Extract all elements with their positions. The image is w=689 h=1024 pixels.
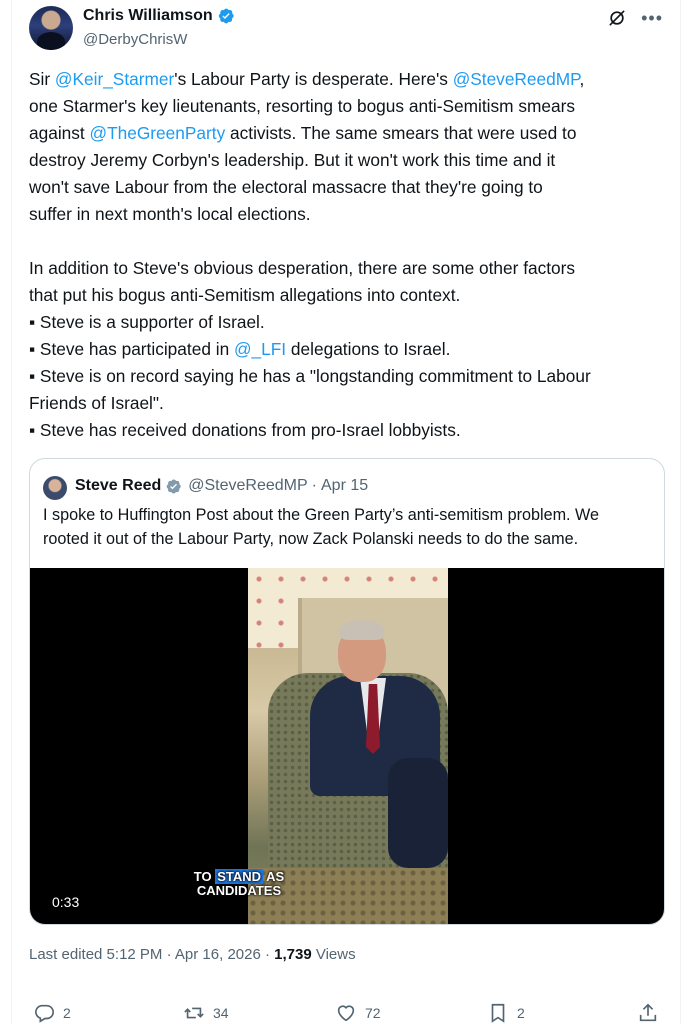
tweet-line: ▪ Steve is a supporter of Israel.: [29, 309, 674, 336]
tweet-line: destroy Jeremy Corbyn's leadership. But …: [29, 147, 674, 174]
caption-text: AS: [263, 869, 285, 884]
like-count: 72: [365, 1005, 381, 1021]
repost-count: 34: [213, 1005, 229, 1021]
tweet-line: ▪ Steve has received donations from pro-…: [29, 417, 674, 444]
tweet-line: Friends of Israel".: [29, 390, 674, 417]
grok-icon[interactable]: [607, 8, 627, 28]
tweet-text-segment: In addition to Steve's obvious desperati…: [29, 258, 576, 278]
bookmark-icon: [491, 1003, 505, 1023]
reply-icon: [35, 1004, 54, 1023]
video-duration: 0:33: [52, 894, 80, 910]
caption-highlight: STAND: [215, 869, 264, 884]
video-person-hair: [340, 620, 384, 640]
bookmark-button[interactable]: 2: [487, 1002, 525, 1024]
tweet-text-segment: ,: [579, 69, 585, 89]
share-button[interactable]: [637, 1002, 659, 1024]
like-icon: [337, 1005, 355, 1022]
mention-link[interactable]: @TheGreenParty: [90, 123, 226, 143]
views-count: 1,739: [274, 946, 312, 963]
tweet-line: ▪ Steve is on record saying he has a "lo…: [29, 363, 674, 390]
repost-button[interactable]: 34: [183, 1002, 229, 1024]
more-icon[interactable]: •••: [641, 9, 663, 27]
video-person-leg: [388, 758, 448, 868]
edited-timestamp[interactable]: Last edited 5:12 PM · Apr 16, 2026 ·: [29, 946, 274, 963]
like-button[interactable]: 72: [335, 1002, 381, 1024]
quoted-tweet[interactable]: Steve Reed @SteveReedMP · Apr 15 I spoke…: [29, 458, 665, 925]
tweet-text-segment: 's Labour Party is desperate. Here's: [174, 69, 453, 89]
tweet-text-segment: against: [29, 123, 90, 143]
mention-link[interactable]: @SteveReedMP: [453, 69, 580, 89]
tweet-line: against @TheGreenParty activists. The sa…: [29, 120, 674, 147]
tweet-text-segment: one Starmer's key lieutenants, resorting…: [29, 96, 575, 116]
tweet-text-segment: ▪ Steve is on record saying he has a "lo…: [29, 366, 591, 386]
tweet-text-segment: Friends of Israel".: [29, 393, 164, 413]
quoted-author-handle[interactable]: @SteveReedMP: [188, 477, 307, 495]
tweet-meta: Last edited 5:12 PM · Apr 16, 2026 · 1,7…: [29, 946, 356, 963]
tweet-text-segment: activists. The same smears that were use…: [225, 123, 577, 143]
tweet-text-segment: ▪ Steve has participated in: [29, 339, 234, 359]
verified-badge-icon[interactable]: [217, 7, 235, 25]
quoted-author-avatar[interactable]: [43, 476, 67, 500]
mention-link[interactable]: @Keir_Starmer: [55, 69, 174, 89]
tweet-top-actions: •••: [607, 8, 663, 28]
tweet-text-segment: delegations to Israel.: [286, 339, 451, 359]
views-label: Views: [311, 946, 356, 963]
tweet-text-segment: destroy Jeremy Corbyn's leadership. But …: [29, 150, 556, 170]
tweet-text-segment: ▪ Steve has received donations from pro-…: [29, 420, 461, 440]
tweet-text-segment: Sir: [29, 69, 55, 89]
mention-link[interactable]: @_LFI: [234, 339, 286, 359]
tweet-line: Sir @Keir_Starmer's Labour Party is desp…: [29, 66, 674, 93]
tweet-text-segment: suffer in next month's local elections.: [29, 204, 311, 224]
quoted-text: I spoke to Huffington Post about the Gre…: [43, 503, 653, 551]
tweet-line: suffer in next month's local elections.: [29, 201, 674, 228]
tweet-line: ▪ Steve has participated in @_LFI delega…: [29, 336, 674, 363]
author-name-row: Chris Williamson: [83, 7, 235, 25]
tweet-text-segment: that put his bogus anti-Semitism allegat…: [29, 285, 461, 305]
author-handle[interactable]: @DerbyChrisW: [83, 31, 187, 48]
repost-icon: [184, 1007, 204, 1019]
quoted-author-row: Steve Reed @SteveReedMP · Apr 15: [75, 477, 368, 495]
author-name[interactable]: Chris Williamson: [83, 7, 213, 25]
share-icon: [639, 1003, 657, 1022]
tweet-line: In addition to Steve's obvious desperati…: [29, 255, 674, 282]
quoted-text-line: rooted it out of the Labour Party, now Z…: [43, 530, 579, 548]
reply-count: 2: [63, 1005, 71, 1021]
quoted-author-name[interactable]: Steve Reed: [75, 477, 161, 495]
bookmark-count: 2: [517, 1005, 525, 1021]
caption-text: TO: [193, 869, 216, 884]
author-avatar[interactable]: [29, 6, 73, 50]
separator-dot: ·: [311, 477, 317, 494]
tweet-actions: 2 34 72 2: [29, 1002, 661, 1024]
verified-badge-icon: [166, 479, 182, 493]
tweet-line: won't save Labour from the electoral mas…: [29, 174, 674, 201]
video-caption: TO STAND AS CANDIDATES: [30, 869, 448, 898]
tweet-text-segment: won't save Labour from the electoral mas…: [29, 177, 543, 197]
caption-text: CANDIDATES: [196, 883, 282, 898]
quoted-text-line: I spoke to Huffington Post about the Gre…: [43, 506, 600, 524]
tweet-line: one Starmer's key lieutenants, resorting…: [29, 93, 674, 120]
tweet-line: that put his bogus anti-Semitism allegat…: [29, 282, 674, 309]
tweet-text-segment: ▪ Steve is a supporter of Israel.: [29, 312, 265, 332]
video-player[interactable]: TO STAND AS CANDIDATES 0:33: [30, 568, 664, 924]
reply-button[interactable]: 2: [33, 1002, 71, 1024]
tweet-body: Sir @Keir_Starmer's Labour Party is desp…: [29, 66, 674, 444]
quoted-date[interactable]: Apr 15: [321, 477, 368, 495]
